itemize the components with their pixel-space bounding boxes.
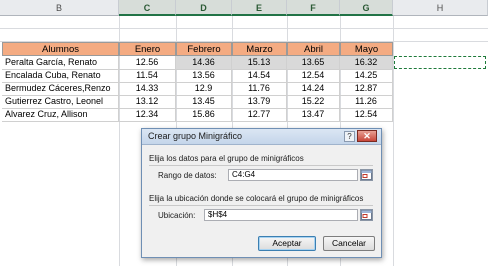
grade-cell[interactable]: 11.54 bbox=[119, 69, 176, 83]
grade-cell[interactable]: 16.32 bbox=[340, 56, 393, 70]
accept-button[interactable]: Aceptar bbox=[258, 236, 316, 251]
location-picker-icon bbox=[361, 210, 372, 220]
grade-cell[interactable]: 12.54 bbox=[340, 108, 393, 122]
grade-cell[interactable]: 12.77 bbox=[232, 108, 287, 122]
grade-cell[interactable]: 13.47 bbox=[287, 108, 340, 122]
grade-cell[interactable]: 15.22 bbox=[287, 95, 340, 109]
grade-cell[interactable]: 13.12 bbox=[119, 95, 176, 109]
grade-cell[interactable]: 14.25 bbox=[340, 69, 393, 83]
column-header-h[interactable]: H bbox=[393, 0, 488, 16]
close-button[interactable]: ✕ bbox=[357, 130, 377, 142]
range-picker-icon bbox=[361, 170, 372, 180]
table-header-month[interactable]: Marzo bbox=[232, 42, 287, 56]
table-header-month[interactable]: Abril bbox=[287, 42, 340, 56]
grade-cell[interactable]: 13.45 bbox=[176, 95, 232, 109]
student-name-cell[interactable]: Encalada Cuba, Renato bbox=[2, 69, 119, 83]
grade-cell[interactable]: 12.9 bbox=[176, 82, 232, 96]
grade-cell[interactable]: 11.26 bbox=[340, 95, 393, 109]
data-section-divider bbox=[149, 165, 373, 166]
data-section-label: Elija los datos para el grupo de minigrá… bbox=[149, 154, 304, 163]
grade-cell[interactable]: 15.86 bbox=[176, 108, 232, 122]
location-section-label: Elija la ubicación donde se colocará el … bbox=[149, 194, 364, 203]
grade-cell[interactable]: 15.13 bbox=[232, 56, 287, 70]
location-label: Ubicación: bbox=[158, 211, 196, 220]
range-picker-button[interactable] bbox=[360, 169, 373, 181]
table-header-month[interactable]: Enero bbox=[119, 42, 176, 56]
column-header-g[interactable]: G bbox=[340, 0, 393, 16]
grade-cell[interactable]: 13.65 bbox=[287, 56, 340, 70]
table-header-alumnos[interactable]: Alumnos bbox=[2, 42, 119, 56]
column-header-f[interactable]: F bbox=[287, 0, 340, 16]
column-header-d[interactable]: D bbox=[176, 0, 232, 16]
grade-cell[interactable]: 12.56 bbox=[119, 56, 176, 70]
student-name-cell[interactable]: Gutierrez Castro, Leonel bbox=[2, 95, 119, 109]
student-name-cell[interactable]: Peralta García, Renato bbox=[2, 56, 119, 70]
help-button[interactable]: ? bbox=[344, 131, 355, 142]
grade-cell[interactable]: 12.54 bbox=[287, 69, 340, 83]
cancel-button[interactable]: Cancelar bbox=[323, 236, 375, 251]
table-header-month[interactable]: Mayo bbox=[340, 42, 393, 56]
range-input[interactable]: C4:G4 bbox=[228, 169, 358, 181]
grade-cell[interactable]: 13.56 bbox=[176, 69, 232, 83]
location-picker-button[interactable] bbox=[360, 209, 373, 221]
dialog-title: Crear grupo Minigráfico bbox=[148, 131, 243, 141]
table-header-month[interactable]: Febrero bbox=[176, 42, 232, 56]
grade-cell[interactable]: 14.54 bbox=[232, 69, 287, 83]
location-input[interactable]: $H$4 bbox=[204, 209, 358, 221]
grade-cell[interactable]: 11.76 bbox=[232, 82, 287, 96]
column-header-e[interactable]: E bbox=[232, 0, 287, 16]
column-header-c[interactable]: C bbox=[119, 0, 176, 16]
range-label: Rango de datos: bbox=[158, 171, 217, 180]
student-name-cell[interactable]: Bermudez Cáceres,Renzo bbox=[2, 82, 119, 96]
grade-cell[interactable]: 12.87 bbox=[340, 82, 393, 96]
grade-cell[interactable]: 13.79 bbox=[232, 95, 287, 109]
grade-cell[interactable]: 12.34 bbox=[119, 108, 176, 122]
target-cell-marquee bbox=[394, 56, 486, 69]
grade-cell[interactable]: 14.36 bbox=[176, 56, 232, 70]
location-section-divider bbox=[149, 205, 373, 206]
student-name-cell[interactable]: Alvarez Cruz, Allison bbox=[2, 108, 119, 122]
grade-cell[interactable]: 14.24 bbox=[287, 82, 340, 96]
create-sparkline-dialog: Crear grupo Minigráfico ? ✕ Elija los da… bbox=[141, 128, 382, 258]
dialog-title-bar[interactable]: Crear grupo Minigráfico ? ✕ bbox=[142, 129, 381, 145]
column-header-b[interactable]: B bbox=[0, 0, 119, 16]
grade-cell[interactable]: 14.33 bbox=[119, 82, 176, 96]
